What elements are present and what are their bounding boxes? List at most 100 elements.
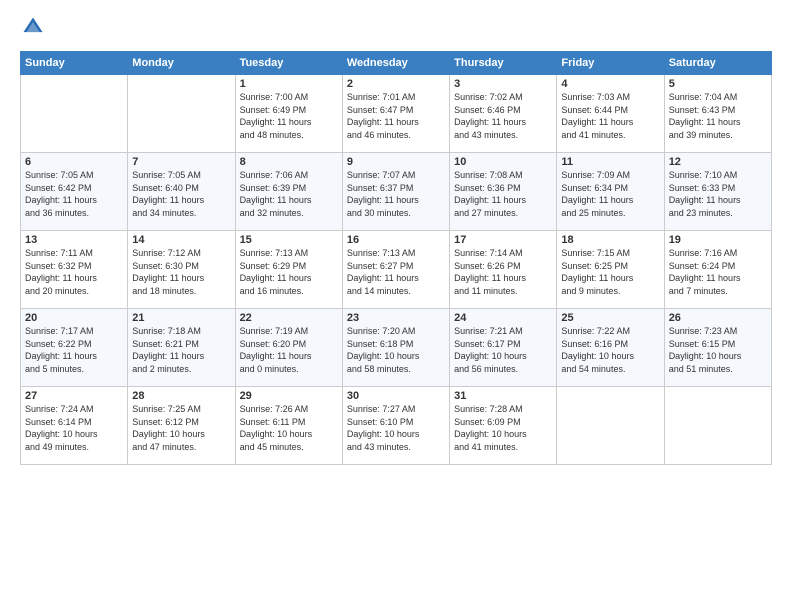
day-number: 10	[454, 156, 552, 168]
calendar-cell: 1Sunrise: 7:00 AM Sunset: 6:49 PM Daylig…	[235, 75, 342, 153]
calendar-cell: 2Sunrise: 7:01 AM Sunset: 6:47 PM Daylig…	[342, 75, 449, 153]
calendar-cell: 21Sunrise: 7:18 AM Sunset: 6:21 PM Dayli…	[128, 309, 235, 387]
day-info: Sunrise: 7:10 AM Sunset: 6:33 PM Dayligh…	[669, 169, 767, 219]
calendar-cell: 16Sunrise: 7:13 AM Sunset: 6:27 PM Dayli…	[342, 231, 449, 309]
calendar-cell: 7Sunrise: 7:05 AM Sunset: 6:40 PM Daylig…	[128, 153, 235, 231]
day-info: Sunrise: 7:06 AM Sunset: 6:39 PM Dayligh…	[240, 169, 338, 219]
calendar-week-row: 13Sunrise: 7:11 AM Sunset: 6:32 PM Dayli…	[21, 231, 772, 309]
calendar-cell: 27Sunrise: 7:24 AM Sunset: 6:14 PM Dayli…	[21, 387, 128, 465]
day-number: 3	[454, 78, 552, 90]
day-number: 31	[454, 390, 552, 402]
day-number: 13	[25, 234, 123, 246]
calendar-cell	[128, 75, 235, 153]
day-info: Sunrise: 7:16 AM Sunset: 6:24 PM Dayligh…	[669, 247, 767, 297]
day-number: 20	[25, 312, 123, 324]
calendar-cell: 10Sunrise: 7:08 AM Sunset: 6:36 PM Dayli…	[450, 153, 557, 231]
day-info: Sunrise: 7:03 AM Sunset: 6:44 PM Dayligh…	[561, 91, 659, 141]
calendar-cell: 28Sunrise: 7:25 AM Sunset: 6:12 PM Dayli…	[128, 387, 235, 465]
day-info: Sunrise: 7:22 AM Sunset: 6:16 PM Dayligh…	[561, 325, 659, 375]
weekday-header: Saturday	[664, 52, 771, 75]
day-number: 5	[669, 78, 767, 90]
day-number: 27	[25, 390, 123, 402]
weekday-header: Friday	[557, 52, 664, 75]
day-info: Sunrise: 7:25 AM Sunset: 6:12 PM Dayligh…	[132, 403, 230, 453]
calendar-cell: 20Sunrise: 7:17 AM Sunset: 6:22 PM Dayli…	[21, 309, 128, 387]
logo-icon	[22, 16, 44, 38]
calendar-cell: 31Sunrise: 7:28 AM Sunset: 6:09 PM Dayli…	[450, 387, 557, 465]
day-info: Sunrise: 7:05 AM Sunset: 6:40 PM Dayligh…	[132, 169, 230, 219]
calendar-cell: 19Sunrise: 7:16 AM Sunset: 6:24 PM Dayli…	[664, 231, 771, 309]
calendar-cell: 11Sunrise: 7:09 AM Sunset: 6:34 PM Dayli…	[557, 153, 664, 231]
calendar-cell: 17Sunrise: 7:14 AM Sunset: 6:26 PM Dayli…	[450, 231, 557, 309]
day-info: Sunrise: 7:27 AM Sunset: 6:10 PM Dayligh…	[347, 403, 445, 453]
day-number: 15	[240, 234, 338, 246]
day-info: Sunrise: 7:24 AM Sunset: 6:14 PM Dayligh…	[25, 403, 123, 453]
day-info: Sunrise: 7:21 AM Sunset: 6:17 PM Dayligh…	[454, 325, 552, 375]
calendar-cell: 13Sunrise: 7:11 AM Sunset: 6:32 PM Dayli…	[21, 231, 128, 309]
calendar-header-row: SundayMondayTuesdayWednesdayThursdayFrid…	[21, 52, 772, 75]
calendar-cell: 6Sunrise: 7:05 AM Sunset: 6:42 PM Daylig…	[21, 153, 128, 231]
calendar-cell: 26Sunrise: 7:23 AM Sunset: 6:15 PM Dayli…	[664, 309, 771, 387]
calendar-cell: 14Sunrise: 7:12 AM Sunset: 6:30 PM Dayli…	[128, 231, 235, 309]
weekday-header: Thursday	[450, 52, 557, 75]
weekday-header: Monday	[128, 52, 235, 75]
calendar-cell: 23Sunrise: 7:20 AM Sunset: 6:18 PM Dayli…	[342, 309, 449, 387]
day-number: 19	[669, 234, 767, 246]
day-number: 12	[669, 156, 767, 168]
day-info: Sunrise: 7:01 AM Sunset: 6:47 PM Dayligh…	[347, 91, 445, 141]
day-info: Sunrise: 7:23 AM Sunset: 6:15 PM Dayligh…	[669, 325, 767, 375]
calendar-cell: 15Sunrise: 7:13 AM Sunset: 6:29 PM Dayli…	[235, 231, 342, 309]
day-number: 1	[240, 78, 338, 90]
calendar-cell	[21, 75, 128, 153]
calendar-cell: 3Sunrise: 7:02 AM Sunset: 6:46 PM Daylig…	[450, 75, 557, 153]
day-info: Sunrise: 7:09 AM Sunset: 6:34 PM Dayligh…	[561, 169, 659, 219]
page: SundayMondayTuesdayWednesdayThursdayFrid…	[0, 0, 792, 612]
calendar-cell	[664, 387, 771, 465]
day-number: 28	[132, 390, 230, 402]
day-number: 16	[347, 234, 445, 246]
day-info: Sunrise: 7:05 AM Sunset: 6:42 PM Dayligh…	[25, 169, 123, 219]
day-number: 6	[25, 156, 123, 168]
calendar-table: SundayMondayTuesdayWednesdayThursdayFrid…	[20, 51, 772, 465]
day-number: 26	[669, 312, 767, 324]
day-info: Sunrise: 7:13 AM Sunset: 6:27 PM Dayligh…	[347, 247, 445, 297]
day-info: Sunrise: 7:19 AM Sunset: 6:20 PM Dayligh…	[240, 325, 338, 375]
day-number: 14	[132, 234, 230, 246]
calendar-cell: 30Sunrise: 7:27 AM Sunset: 6:10 PM Dayli…	[342, 387, 449, 465]
day-number: 25	[561, 312, 659, 324]
day-number: 24	[454, 312, 552, 324]
day-info: Sunrise: 7:02 AM Sunset: 6:46 PM Dayligh…	[454, 91, 552, 141]
day-info: Sunrise: 7:08 AM Sunset: 6:36 PM Dayligh…	[454, 169, 552, 219]
day-info: Sunrise: 7:04 AM Sunset: 6:43 PM Dayligh…	[669, 91, 767, 141]
day-info: Sunrise: 7:13 AM Sunset: 6:29 PM Dayligh…	[240, 247, 338, 297]
day-number: 9	[347, 156, 445, 168]
day-info: Sunrise: 7:20 AM Sunset: 6:18 PM Dayligh…	[347, 325, 445, 375]
weekday-header: Wednesday	[342, 52, 449, 75]
day-number: 21	[132, 312, 230, 324]
calendar-cell: 29Sunrise: 7:26 AM Sunset: 6:11 PM Dayli…	[235, 387, 342, 465]
calendar-cell: 9Sunrise: 7:07 AM Sunset: 6:37 PM Daylig…	[342, 153, 449, 231]
day-info: Sunrise: 7:00 AM Sunset: 6:49 PM Dayligh…	[240, 91, 338, 141]
day-info: Sunrise: 7:14 AM Sunset: 6:26 PM Dayligh…	[454, 247, 552, 297]
calendar-week-row: 6Sunrise: 7:05 AM Sunset: 6:42 PM Daylig…	[21, 153, 772, 231]
day-number: 7	[132, 156, 230, 168]
calendar-cell: 22Sunrise: 7:19 AM Sunset: 6:20 PM Dayli…	[235, 309, 342, 387]
day-info: Sunrise: 7:15 AM Sunset: 6:25 PM Dayligh…	[561, 247, 659, 297]
day-number: 22	[240, 312, 338, 324]
day-number: 4	[561, 78, 659, 90]
calendar-cell: 18Sunrise: 7:15 AM Sunset: 6:25 PM Dayli…	[557, 231, 664, 309]
day-info: Sunrise: 7:18 AM Sunset: 6:21 PM Dayligh…	[132, 325, 230, 375]
day-info: Sunrise: 7:26 AM Sunset: 6:11 PM Dayligh…	[240, 403, 338, 453]
weekday-header: Tuesday	[235, 52, 342, 75]
day-number: 30	[347, 390, 445, 402]
calendar-cell: 8Sunrise: 7:06 AM Sunset: 6:39 PM Daylig…	[235, 153, 342, 231]
day-info: Sunrise: 7:12 AM Sunset: 6:30 PM Dayligh…	[132, 247, 230, 297]
calendar-cell: 4Sunrise: 7:03 AM Sunset: 6:44 PM Daylig…	[557, 75, 664, 153]
calendar-week-row: 27Sunrise: 7:24 AM Sunset: 6:14 PM Dayli…	[21, 387, 772, 465]
header	[20, 16, 772, 43]
day-number: 17	[454, 234, 552, 246]
day-info: Sunrise: 7:11 AM Sunset: 6:32 PM Dayligh…	[25, 247, 123, 297]
logo	[20, 16, 46, 43]
day-number: 29	[240, 390, 338, 402]
day-number: 11	[561, 156, 659, 168]
